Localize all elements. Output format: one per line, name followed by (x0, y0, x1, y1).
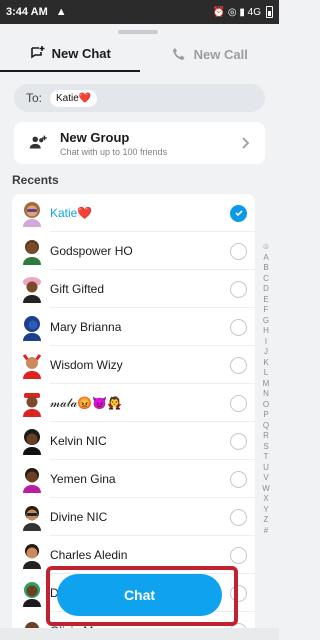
contact-name: Mary Brianna (50, 320, 122, 334)
bitmoji-avatar (23, 468, 41, 493)
contact-name: Yemen Gina (50, 472, 116, 486)
contact-row[interactable]: Kelvin NIC (12, 422, 255, 460)
chevron-right-icon (242, 137, 250, 149)
alphabet-index-letter[interactable]: F (264, 305, 269, 316)
contact-name: Divine NIC (50, 510, 108, 524)
alphabet-index-letter[interactable]: Y (263, 505, 268, 516)
alphabet-index[interactable]: ☺ A B C D E F G H I J K L M N O P Q R S T U V W X Y Z # (259, 242, 273, 536)
new-chat-sheet: New Chat New Call To: Katie❤️ New Group … (0, 24, 279, 640)
contact-checkbox[interactable] (230, 356, 247, 374)
new-group-subtitle: Chat with up to 100 friends (60, 146, 168, 157)
alphabet-index-letter[interactable]: ☺ (262, 242, 270, 253)
alphabet-index-letter[interactable]: C (263, 274, 269, 285)
alphabet-index-letter[interactable]: I (265, 337, 267, 348)
battery-icon (266, 6, 273, 18)
recipient-chip[interactable]: Katie❤️ (50, 89, 98, 107)
bitmoji-avatar (23, 316, 41, 341)
alphabet-index-letter[interactable]: P (263, 410, 268, 421)
bottom-strip (0, 628, 279, 640)
to-recipient-field[interactable]: To: Katie❤️ (14, 84, 265, 112)
check-icon (234, 210, 243, 217)
alphabet-index-letter[interactable]: N (263, 389, 269, 400)
new-group-title: New Group (60, 129, 130, 145)
contact-checkbox[interactable] (230, 318, 247, 336)
recents-heading: Recents (12, 173, 59, 187)
tab-new-chat[interactable]: New Chat (0, 36, 140, 72)
chat-button[interactable]: Chat (57, 574, 222, 616)
status-icons: ⏰ ◎ ▮ 4G (213, 6, 273, 18)
contact-row[interactable]: Yemen Gina (12, 460, 255, 498)
alphabet-index-letter[interactable]: K (263, 358, 268, 369)
alphabet-index-letter[interactable]: S (263, 442, 268, 453)
tab-new-chat-label: New Chat (51, 45, 111, 61)
warning-icon: ▲ (55, 6, 67, 18)
alphabet-index-letter[interactable]: X (263, 494, 268, 505)
to-label: To: (26, 91, 43, 105)
contact-checkbox[interactable] (230, 280, 247, 298)
bitmoji-avatar (23, 544, 41, 569)
alphabet-index-letter[interactable]: L (264, 368, 268, 379)
alphabet-index-letter[interactable]: G (263, 316, 269, 327)
alphabet-index-letter[interactable]: Z (264, 515, 269, 526)
tab-new-call[interactable]: New Call (140, 36, 280, 72)
bitmoji-avatar (23, 429, 41, 455)
phone-icon (172, 48, 185, 60)
alphabet-index-letter[interactable]: U (263, 463, 269, 474)
tab-new-call-label: New Call (193, 46, 248, 62)
alphabet-index-letter[interactable]: W (262, 484, 270, 495)
contact-row[interactable]: 𝓂𝒶𝓁𝒶😡😈🧛 (12, 384, 255, 422)
alphabet-index-letter[interactable]: V (263, 473, 268, 484)
contact-checkbox[interactable] (230, 204, 247, 222)
status-time: 3:44 AM (6, 6, 48, 18)
contact-name: Katie❤️ (50, 206, 93, 220)
contact-row[interactable]: Mary Brianna (12, 308, 255, 346)
alphabet-index-letter[interactable]: R (263, 431, 269, 442)
contact-row[interactable]: Godspower HO (12, 232, 255, 270)
alphabet-index-letter[interactable]: H (263, 326, 269, 337)
contact-name: Godspower HO (50, 244, 133, 258)
bitmoji-avatar (23, 582, 41, 607)
contact-row[interactable]: Wisdom Wizy (12, 346, 255, 384)
status-bar: 3:44 AM ▲ ⏰ ◎ ▮ 4G (0, 0, 279, 24)
alphabet-index-letter[interactable]: E (263, 295, 268, 306)
contact-checkbox[interactable] (230, 546, 247, 564)
alphabet-index-letter[interactable]: B (263, 263, 268, 274)
bitmoji-avatar (23, 506, 41, 531)
bitmoji-avatar (23, 393, 41, 417)
contact-checkbox[interactable] (230, 242, 247, 260)
status-right-glyphs: ⏰ ◎ ▮ 4G (212, 6, 261, 18)
new-group-button[interactable]: New Group Chat with up to 100 friends (14, 122, 265, 164)
alphabet-index-letter[interactable]: J (264, 347, 268, 358)
alphabet-index-letter[interactable]: D (263, 284, 269, 295)
bitmoji-avatar (23, 277, 41, 303)
contact-name: Gift Gifted (50, 282, 105, 296)
contact-name: Charles Aledin (50, 548, 128, 562)
alphabet-index-letter[interactable]: # (264, 526, 268, 537)
bitmoji-avatar (23, 202, 41, 227)
alphabet-index-letter[interactable]: Q (263, 421, 269, 432)
contact-checkbox[interactable] (230, 432, 247, 450)
contact-checkbox[interactable] (230, 470, 247, 488)
bitmoji-avatar (23, 240, 41, 265)
contact-row[interactable]: Katie❤️ (12, 194, 255, 232)
contact-row[interactable]: Gift Gifted (12, 270, 255, 308)
new-chat-icon (30, 46, 45, 59)
alphabet-index-letter[interactable]: A (263, 253, 268, 264)
contact-checkbox[interactable] (230, 508, 247, 526)
contact-name: Wisdom Wizy (50, 358, 123, 372)
sheet-grabber[interactable] (118, 30, 158, 34)
bitmoji-avatar (22, 354, 42, 379)
alphabet-index-letter[interactable]: T (264, 452, 269, 463)
contact-name: Kelvin NIC (50, 434, 107, 448)
alphabet-index-letter[interactable]: M (263, 379, 270, 390)
contact-name: 𝓂𝒶𝓁𝒶😡😈🧛 (50, 395, 123, 410)
contact-checkbox[interactable] (230, 394, 247, 412)
contact-row[interactable]: Divine NIC (12, 498, 255, 536)
tab-bar: New Chat New Call (0, 36, 279, 72)
alphabet-index-letter[interactable]: O (263, 400, 269, 411)
add-group-icon (26, 131, 50, 155)
